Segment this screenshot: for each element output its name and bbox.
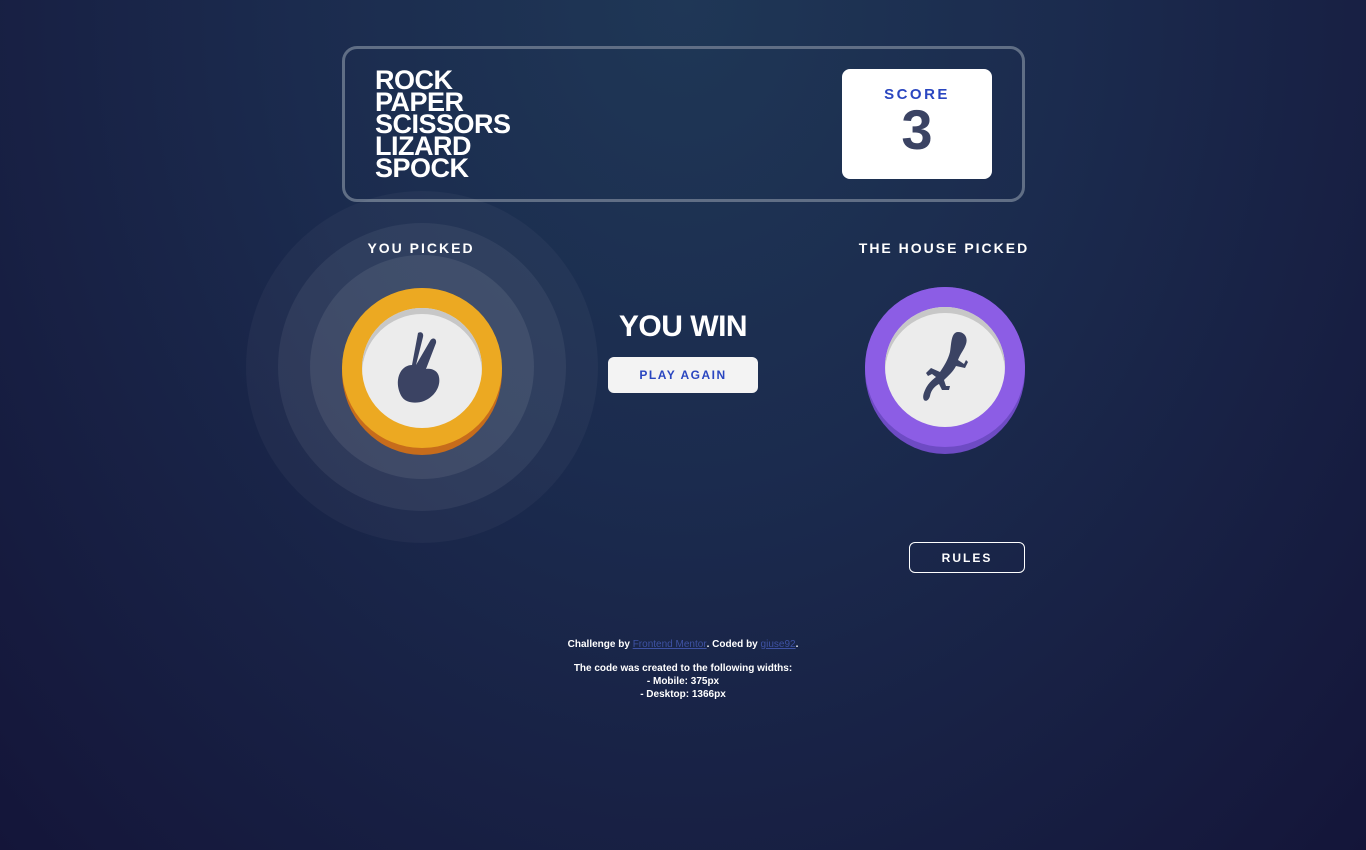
coded-suffix: .	[795, 639, 799, 650]
credits-line: Challenge by Frontend Mentor. Coded by g…	[433, 638, 933, 651]
lizard-icon	[923, 332, 968, 401]
score-box: SCORE 3	[842, 69, 992, 179]
header: ROCK PAPER SCISSORS LIZARD SPOCK SCORE 3	[342, 46, 1025, 202]
play-again-button[interactable]: PLAY AGAIN	[608, 357, 758, 393]
player-pick-scissors	[342, 288, 502, 455]
mobile-width: - Mobile: 375px	[646, 676, 720, 687]
score-value: 3	[901, 98, 933, 161]
result-text: YOU WIN	[618, 310, 748, 343]
author-link[interactable]: giuse92	[761, 639, 796, 650]
frontend-mentor-link[interactable]: Frontend Mentor	[633, 639, 707, 650]
desktop-width: - Desktop: 1366px	[640, 689, 726, 700]
scissors-hand-icon	[397, 332, 440, 403]
lizard-face	[885, 307, 1005, 427]
challenge-prefix: Challenge by	[567, 639, 630, 650]
house-picked-label: THE HOUSE PICKED	[858, 240, 1030, 256]
house-pick-lizard	[865, 287, 1025, 454]
coded-prefix: . Coded by	[706, 639, 758, 650]
game-title: ROCK PAPER SCISSORS LIZARD SPOCK	[375, 67, 511, 183]
rules-button[interactable]: RULES	[909, 542, 1025, 573]
attribution: Challenge by Frontend Mentor. Coded by g…	[433, 638, 933, 701]
title-line-spock: SPOCK	[375, 153, 469, 183]
widths-title: The code was created to the following wi…	[573, 663, 793, 674]
scissors-face	[362, 308, 482, 428]
widths-note: The code was created to the following wi…	[433, 662, 933, 701]
